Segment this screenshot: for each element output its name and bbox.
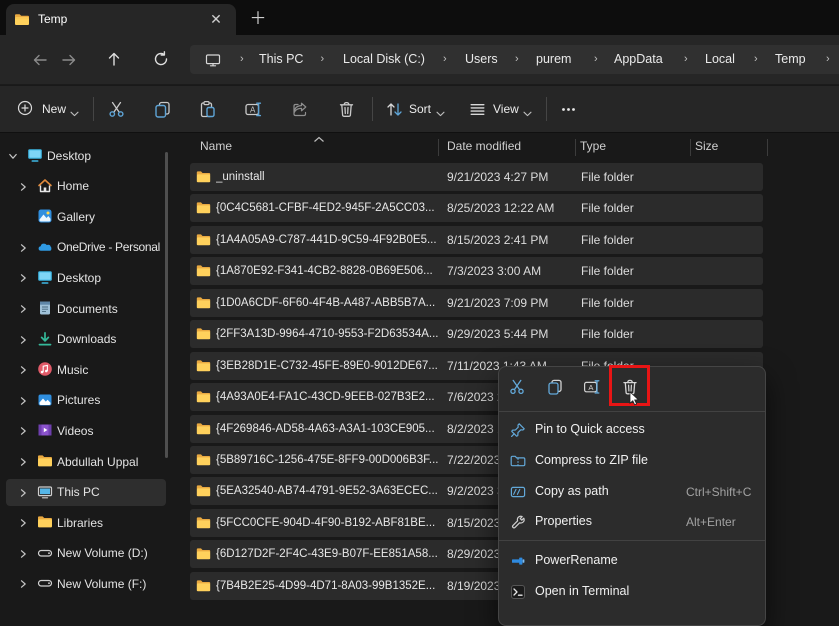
- svg-text:A: A: [588, 383, 594, 392]
- svg-text:A: A: [250, 106, 256, 115]
